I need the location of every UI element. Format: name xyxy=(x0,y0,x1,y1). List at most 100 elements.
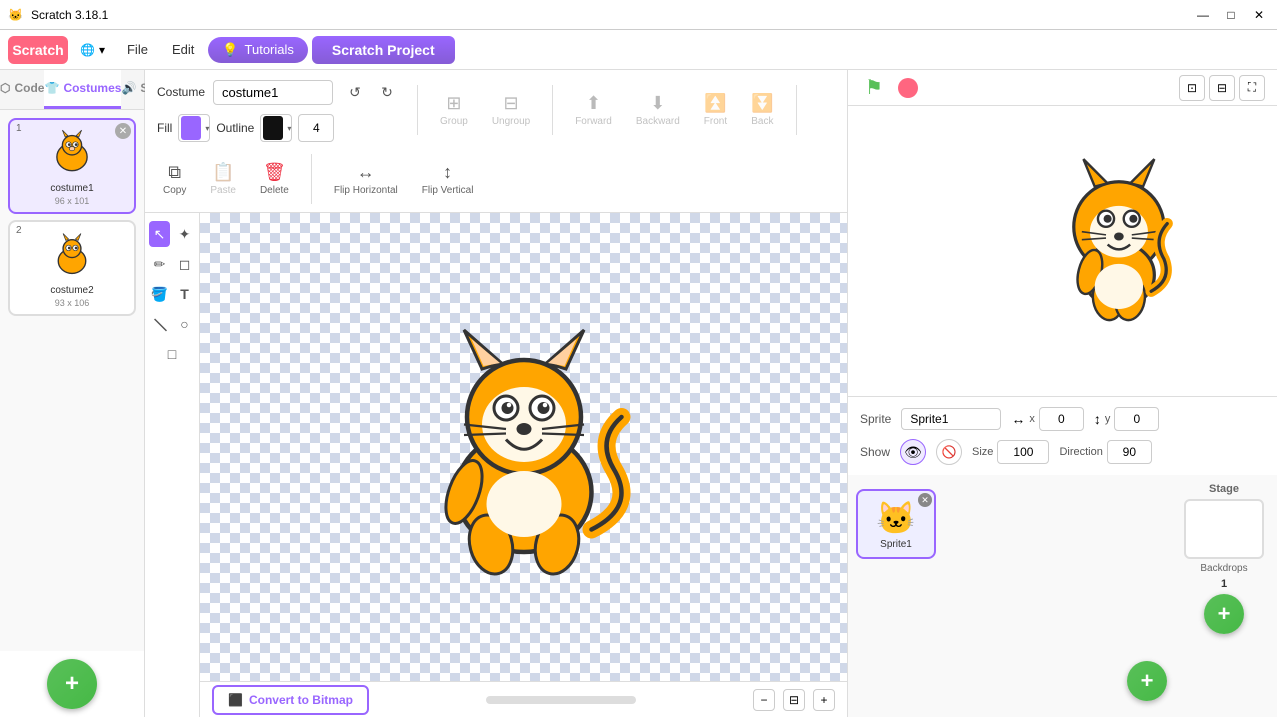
maximize-button[interactable]: □ xyxy=(1221,5,1241,25)
sprite-thumb-image: 🐱 xyxy=(876,499,916,537)
eraser-tool[interactable]: ◻ xyxy=(174,251,195,277)
front-button[interactable]: ⏫ Front xyxy=(698,89,733,131)
sprite-thumb-sprite1[interactable]: ✕ 🐱 Sprite1 xyxy=(856,489,936,559)
size-label: Size xyxy=(972,446,993,458)
separator-1 xyxy=(417,85,418,135)
canvas-container[interactable] xyxy=(200,213,847,681)
zoom-out-button[interactable]: − xyxy=(753,689,775,711)
outline-color-button[interactable]: ▾ xyxy=(260,114,292,142)
costume-thumb-1 xyxy=(37,126,107,181)
convert-label: Convert to Bitmap xyxy=(249,693,353,707)
fill-color-button[interactable]: ▾ xyxy=(178,114,210,142)
outline-label: Outline xyxy=(216,121,254,135)
stop-button[interactable] xyxy=(894,74,922,102)
costume-name-2: costume2 xyxy=(50,285,93,296)
file-menu[interactable]: File xyxy=(117,38,158,61)
y-input[interactable] xyxy=(1114,407,1159,431)
stop-icon xyxy=(898,78,918,98)
zoom-reset-button[interactable]: ⊟ xyxy=(783,689,805,711)
add-sprite-button[interactable]: + xyxy=(1127,661,1167,701)
globe-icon: 🌐 xyxy=(80,43,95,57)
tool-row-5: □ xyxy=(149,341,195,367)
reshape-tool[interactable]: ✦ xyxy=(174,221,195,247)
layout-buttons: ⊡ ⊟ ⛶ xyxy=(1179,75,1265,101)
flip-h-icon: ↔ xyxy=(357,162,375,183)
edit-menu[interactable]: Edit xyxy=(162,38,204,61)
titlebar-right: — □ ✕ xyxy=(1193,5,1269,25)
green-flag-button[interactable]: ⚑ xyxy=(860,74,888,102)
tab-code[interactable]: ⬡ Code xyxy=(0,70,44,109)
close-button[interactable]: ✕ xyxy=(1249,5,1269,25)
rect-tool[interactable]: □ xyxy=(159,341,185,367)
backward-button[interactable]: ⬇ Backward xyxy=(630,89,686,131)
x-input[interactable] xyxy=(1039,407,1084,431)
select-tool[interactable]: ↖ xyxy=(149,221,170,247)
sprite-name-input[interactable] xyxy=(901,408,1001,430)
size-input[interactable] xyxy=(997,440,1049,464)
text-tool[interactable]: T xyxy=(174,281,195,307)
stage-view xyxy=(848,106,1277,396)
add-backdrop-button[interactable]: + xyxy=(1204,594,1244,634)
minimize-button[interactable]: — xyxy=(1193,5,1213,25)
globe-button[interactable]: 🌐 ▾ xyxy=(72,39,113,61)
paste-button[interactable]: 📋 Paste xyxy=(204,158,242,200)
costume-size-1: 96 x 101 xyxy=(55,196,90,206)
flip-h-label: Flip Horizontal xyxy=(334,185,398,196)
zoom-in-button[interactable]: + xyxy=(813,689,835,711)
forward-label: Forward xyxy=(575,116,612,127)
circle-tool[interactable]: ○ xyxy=(174,311,195,337)
tool-row-3: 🪣 T xyxy=(149,281,195,307)
costume-item-1[interactable]: 1 ✕ costume1 xyxy=(8,118,136,214)
direction-label: Direction xyxy=(1059,446,1102,458)
delete-button[interactable]: 🗑 Delete xyxy=(254,158,295,200)
outline-color-swatch xyxy=(263,116,283,140)
add-costume-button[interactable]: + xyxy=(47,659,97,709)
fill-tool[interactable]: 🪣 xyxy=(149,281,170,307)
costume-number-2: 2 xyxy=(16,225,22,236)
undo-redo-group: ↺ ↻ xyxy=(341,78,401,106)
fullscreen-button[interactable]: ⛶ xyxy=(1239,75,1265,101)
stage-mini-preview[interactable] xyxy=(1184,499,1264,559)
separator-2 xyxy=(552,85,553,135)
project-title-button[interactable]: Scratch Project xyxy=(312,36,455,64)
tutorials-icon: 💡 xyxy=(222,42,238,58)
group-label: Group xyxy=(440,116,468,127)
forward-button[interactable]: ⬆ Forward xyxy=(569,89,618,131)
costume-label: Costume xyxy=(157,85,205,99)
ungroup-button[interactable]: ⊟ Ungroup xyxy=(486,89,536,131)
convert-bitmap-button[interactable]: ⬛ Convert to Bitmap xyxy=(212,685,369,715)
show-visible-button[interactable]: 👁 xyxy=(900,439,926,465)
ungroup-label: Ungroup xyxy=(492,116,530,127)
y-label: y xyxy=(1105,413,1111,425)
flip-h-button[interactable]: ↔ Flip Horizontal xyxy=(328,158,404,200)
small-stage-button[interactable]: ⊡ xyxy=(1179,75,1205,101)
editor-area: Costume ↺ ↻ Fill ▾ Outline xyxy=(145,70,847,717)
outline-width-display: 4 xyxy=(298,114,334,142)
code-icon: ⬡ xyxy=(0,81,10,95)
direction-input[interactable] xyxy=(1107,440,1152,464)
y-coord-box: ↕ y xyxy=(1094,407,1160,431)
costume-preview-2 xyxy=(37,228,107,283)
costume-name-input[interactable] xyxy=(213,80,333,105)
tutorials-button[interactable]: 💡 Tutorials xyxy=(208,37,308,63)
flip-v-button[interactable]: ↕ Flip Vertical xyxy=(416,158,480,200)
undo-button[interactable]: ↺ xyxy=(341,78,369,106)
tab-costumes[interactable]: 👕 Costumes xyxy=(44,70,121,109)
copy-button[interactable]: ⧉ Copy xyxy=(157,158,192,200)
pencil-tool[interactable]: ✏ xyxy=(149,251,170,277)
bitmap-icon: ⬛ xyxy=(228,693,243,707)
titlebar: 🐱 Scratch 3.18.1 — □ ✕ xyxy=(0,0,1277,30)
horizontal-scrollbar[interactable] xyxy=(486,696,636,704)
back-button[interactable]: ⏬ Back xyxy=(745,89,779,131)
group-button[interactable]: ⊞ Group xyxy=(434,89,474,131)
front-label: Front xyxy=(704,116,727,127)
normal-stage-button[interactable]: ⊟ xyxy=(1209,75,1235,101)
main-area: ⬡ Code 👕 Costumes 🔊 Sounds 1 ✕ xyxy=(0,70,1277,717)
costume-delete-1[interactable]: ✕ xyxy=(115,123,131,139)
redo-button[interactable]: ↻ xyxy=(373,78,401,106)
show-hidden-button[interactable]: 🚫 xyxy=(936,439,962,465)
sprite-delete-button[interactable]: ✕ xyxy=(918,493,932,507)
costume-item-2[interactable]: 2 costume2 93 x 106 xyxy=(8,220,136,316)
line-tool[interactable]: | xyxy=(143,307,176,340)
tab-costumes-label: Costumes xyxy=(63,81,121,95)
